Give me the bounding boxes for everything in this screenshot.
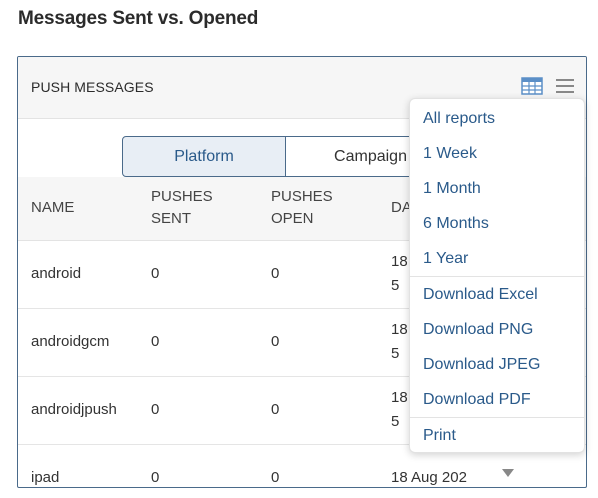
cell-name: android	[31, 265, 82, 282]
hamburger-menu-icon[interactable]	[554, 75, 576, 97]
panel-title: PUSH MESSAGES	[31, 79, 154, 95]
menu-item-print[interactable]: Print	[410, 418, 584, 453]
cell-sent: 0	[151, 333, 160, 350]
cell-sent: 0	[151, 469, 160, 486]
cell-name: androidjpush	[31, 401, 117, 418]
menu-item-download-excel[interactable]: Download Excel	[410, 277, 584, 312]
menu-item-download-pdf[interactable]: Download PDF	[410, 382, 584, 417]
view-tabs: Platform Campaign	[122, 136, 456, 177]
scroll-down-caret-icon[interactable]	[502, 465, 514, 477]
cell-name: androidgcm	[31, 333, 110, 350]
cell-open: 0	[271, 333, 280, 350]
table-view-icon[interactable]	[521, 75, 543, 97]
header-pushes-sent[interactable]: PUSHES SENT	[151, 177, 271, 240]
cell-sent: 0	[151, 401, 160, 418]
header-name[interactable]: NAME	[18, 177, 151, 240]
menu-item-1-week[interactable]: 1 Week	[410, 136, 584, 171]
menu-item-download-png[interactable]: Download PNG	[410, 312, 584, 347]
menu-item-1-month[interactable]: 1 Month	[410, 171, 584, 206]
tab-platform[interactable]: Platform	[122, 136, 286, 177]
menu-item-all-reports[interactable]: All reports	[410, 101, 584, 136]
cell-name: ipad	[31, 469, 60, 486]
cell-open: 0	[271, 469, 280, 486]
menu-item-1-year[interactable]: 1 Year	[410, 241, 584, 276]
cell-sent: 0	[151, 265, 160, 282]
export-menu-dropdown: All reports 1 Week 1 Month 6 Months 1 Ye…	[409, 98, 585, 453]
menu-item-6-months[interactable]: 6 Months	[410, 206, 584, 241]
cell-open: 0	[271, 265, 280, 282]
cell-open: 0	[271, 401, 280, 418]
page-title: Messages Sent vs. Opened	[18, 8, 259, 29]
header-pushes-open[interactable]: PUSHES OPEN	[271, 177, 391, 240]
menu-item-download-jpeg[interactable]: Download JPEG	[410, 347, 584, 382]
